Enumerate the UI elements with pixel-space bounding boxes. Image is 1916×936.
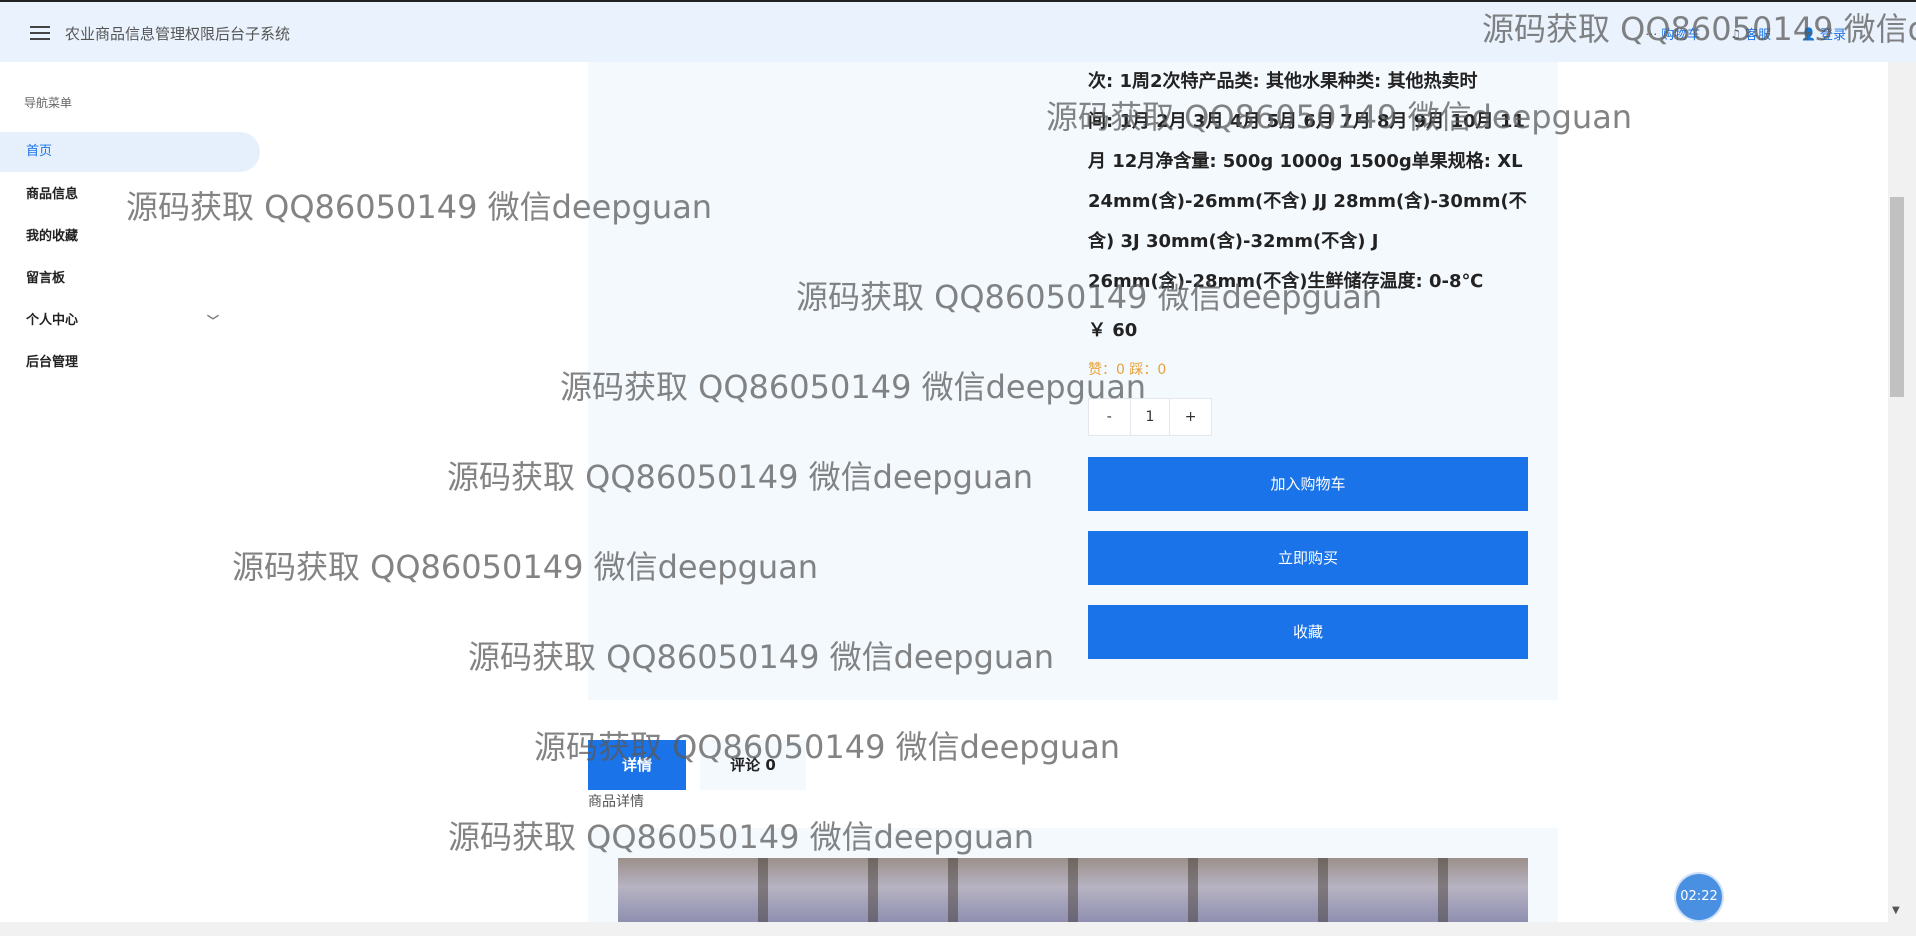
watermark-text: 源码获取 QQ86050149 微信deepguan: [447, 458, 1034, 496]
sidebar-item-message-board[interactable]: 留言板: [0, 259, 260, 299]
sidebar-item-personal-center[interactable]: 个人中心 ﹀: [0, 301, 260, 341]
product-detail-image: [618, 858, 1528, 922]
watermark-text: 源码获取 QQ86050149 微信deepguan: [468, 638, 1055, 676]
detail-section-label: 商品详情: [588, 794, 644, 810]
sidebar-item-home[interactable]: 首页: [0, 132, 260, 172]
favorite-button[interactable]: 收藏: [1088, 605, 1528, 659]
timer-badge: 02:22: [1676, 874, 1722, 920]
vertical-scrollbar[interactable]: ▼: [1888, 62, 1916, 922]
horizontal-scrollbar[interactable]: [0, 922, 1916, 936]
watermark-text: 源码获取 QQ86050149 微信deepguan: [1046, 98, 1633, 136]
nav-heading: 导航菜单: [24, 96, 73, 110]
scroll-down-arrow-icon[interactable]: ▼: [1892, 905, 1900, 916]
quantity-increase-button[interactable]: +: [1170, 399, 1211, 435]
sidebar-item-admin[interactable]: 后台管理: [0, 343, 260, 383]
watermark-text: 源码获取 QQ86050149 微信deepguan: [126, 188, 713, 226]
watermark-text: 源码获取 QQ86050149 微信deepguan: [448, 818, 1035, 856]
watermark-text: 源码获取 QQ86050149 微信deepguan: [232, 548, 819, 586]
watermark-text: 源码获取 QQ86050149 微信deepguan: [1482, 10, 1916, 48]
watermark-text: 源码获取 QQ86050149 微信deepguan: [560, 368, 1147, 406]
product-price: ￥ 60: [1088, 320, 1138, 341]
watermark-text: 源码获取 QQ86050149 微信deepguan: [796, 278, 1383, 316]
scrollbar-thumb[interactable]: [1890, 197, 1904, 397]
add-to-cart-button[interactable]: 加入购物车: [1088, 457, 1528, 511]
chevron-down-icon: ﹀: [207, 314, 220, 328]
menu-toggle-icon[interactable]: [30, 26, 50, 40]
watermark-text: 源码获取 QQ86050149 微信deepguan: [534, 728, 1121, 766]
app-title: 农业商品信息管理权限后台子系统: [65, 25, 291, 43]
buy-now-button[interactable]: 立即购买: [1088, 531, 1528, 585]
